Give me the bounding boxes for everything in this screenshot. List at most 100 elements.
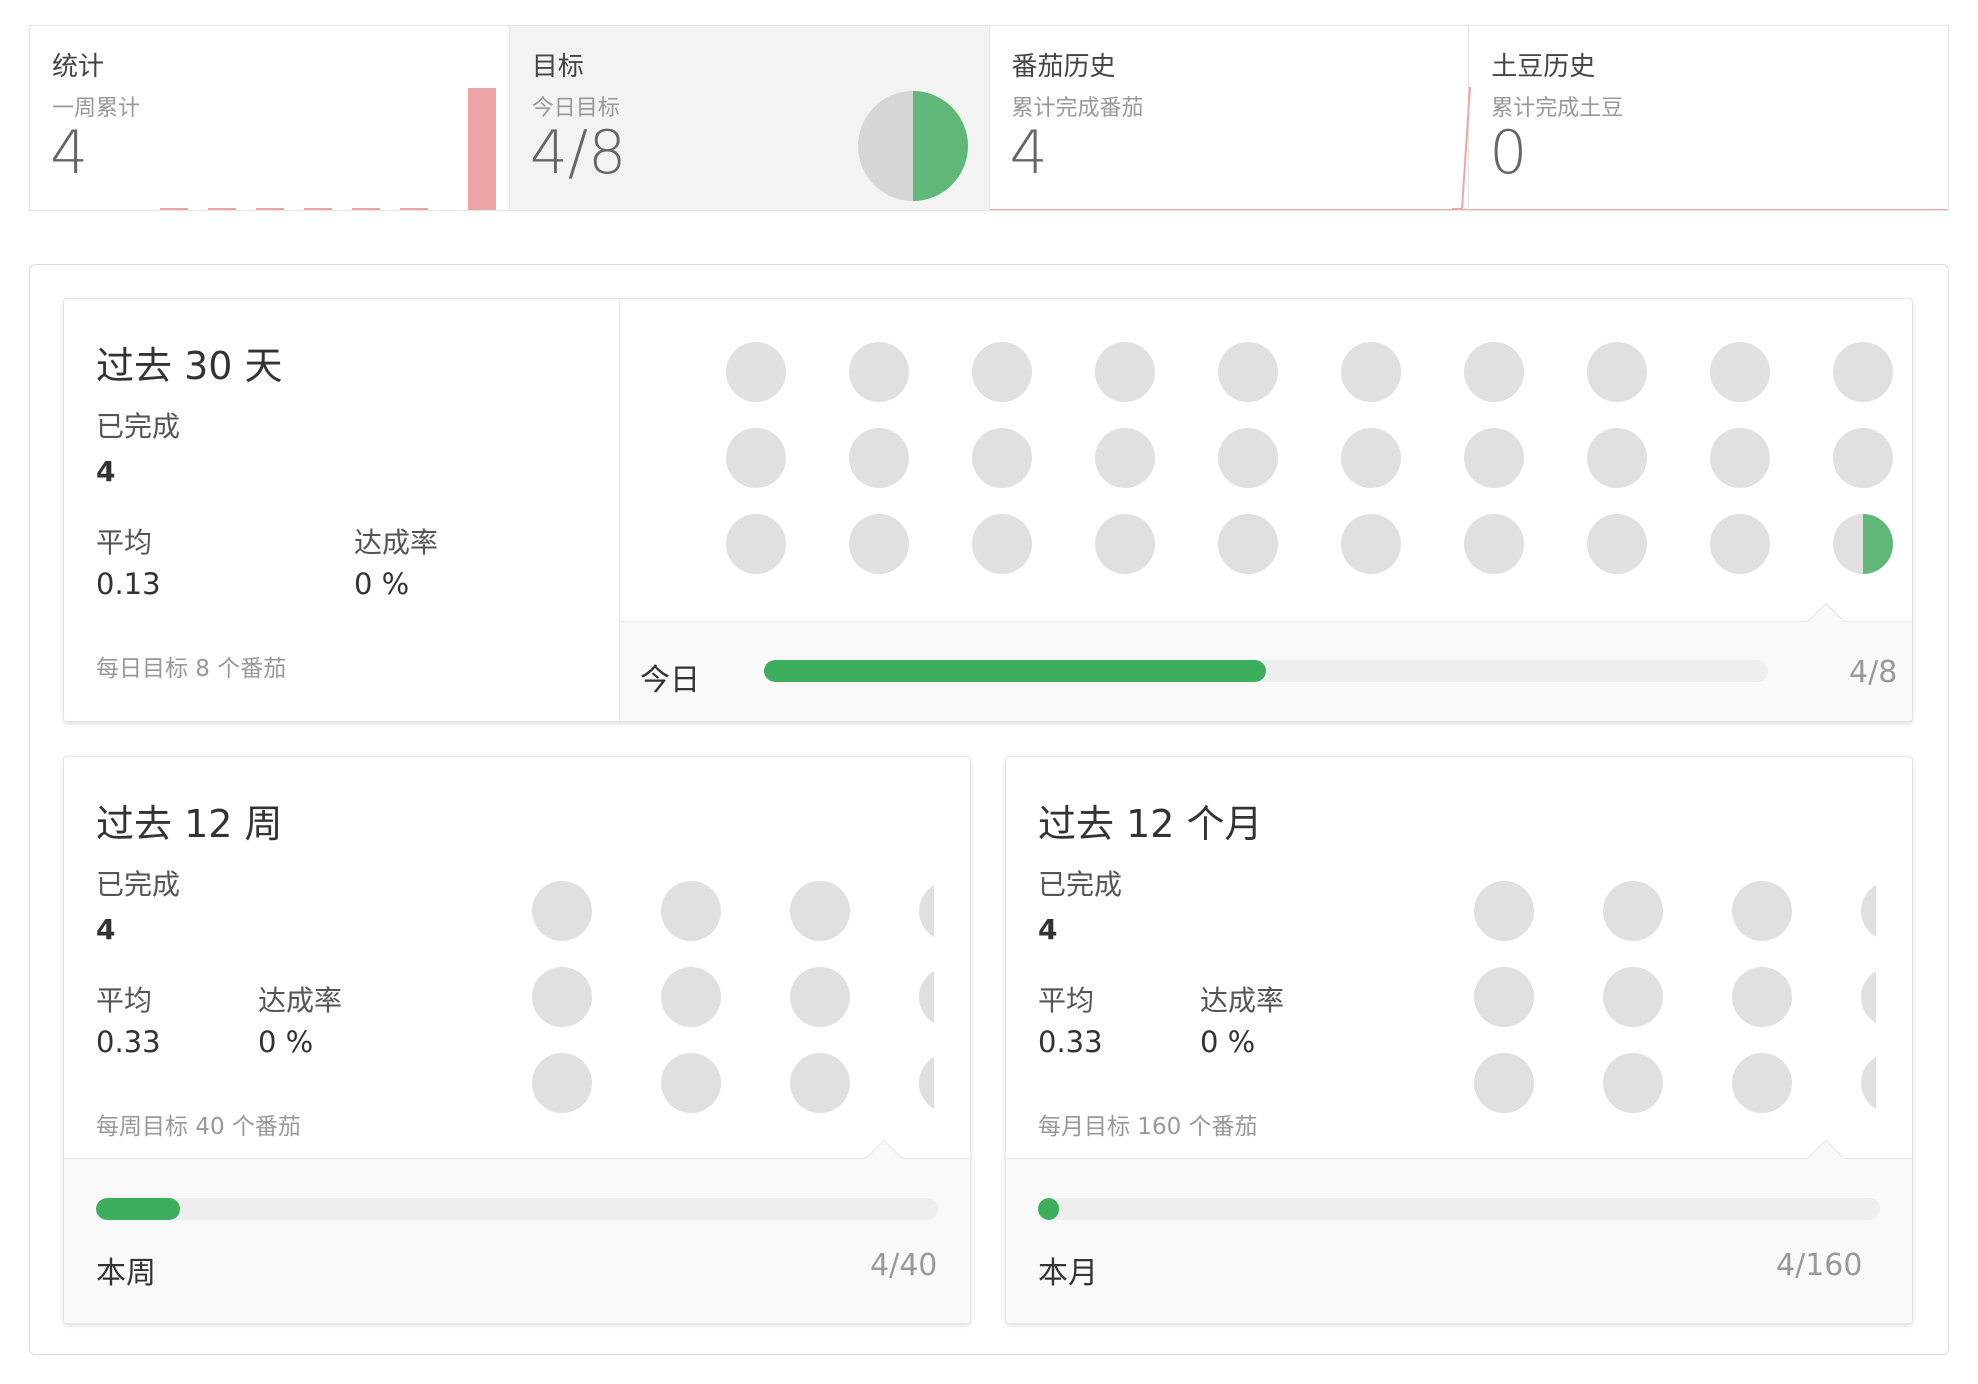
average-value: 0.13 bbox=[96, 567, 161, 601]
stats-detail-card: 过去 30 天 已完成 4 平均 0.13 达成率 0 % 每日目标 8 个番茄… bbox=[29, 264, 1949, 1355]
progress-dot bbox=[1474, 967, 1534, 1027]
progress-dot bbox=[1732, 967, 1792, 1027]
history-spike-sparkline bbox=[1452, 86, 1471, 210]
progress-dot bbox=[661, 1053, 721, 1113]
progress-dot bbox=[1464, 514, 1524, 574]
progress-dot bbox=[661, 881, 721, 941]
progress-dot bbox=[1603, 967, 1663, 1027]
progress-dot bbox=[1861, 885, 1876, 937]
panel-title: 过去 30 天 bbox=[96, 344, 283, 388]
progress-dot bbox=[972, 342, 1032, 402]
progress-dot bbox=[1341, 342, 1401, 402]
progress-dot bbox=[661, 967, 721, 1027]
rate-label: 达成率 bbox=[354, 526, 439, 559]
progress-dot bbox=[1861, 1057, 1876, 1109]
progress-dot bbox=[1464, 428, 1524, 488]
today-count: 4/8 bbox=[1849, 655, 1898, 690]
progress-dot bbox=[1833, 428, 1893, 488]
progress-dot bbox=[726, 342, 786, 402]
average-label: 平均 bbox=[96, 526, 153, 559]
completed-label: 已完成 bbox=[1038, 868, 1123, 901]
stat-card-tomato-history[interactable]: 番茄历史 累计完成番茄 4 bbox=[989, 26, 1470, 210]
progress-dot bbox=[1861, 971, 1876, 1023]
progress-dot bbox=[972, 428, 1032, 488]
progress-dot bbox=[1587, 342, 1647, 402]
progress-dot bbox=[1710, 428, 1770, 488]
weekly-goal-note: 每周目标 40 个番茄 bbox=[96, 1114, 301, 1140]
progress-dot bbox=[919, 971, 934, 1023]
progress-dot bbox=[1603, 1053, 1663, 1113]
stat-value: 4/8 bbox=[529, 118, 627, 188]
this-week-count: 4/40 bbox=[870, 1248, 938, 1283]
progress-dot bbox=[849, 514, 909, 574]
progress-dot bbox=[790, 881, 850, 941]
progress-dot bbox=[1474, 881, 1534, 941]
progress-dot bbox=[1603, 881, 1663, 941]
rate-label: 达成率 bbox=[1200, 984, 1285, 1017]
weekly-bar bbox=[256, 208, 284, 210]
stat-value: 4 bbox=[50, 118, 89, 188]
progress-dot bbox=[1732, 1053, 1792, 1113]
rate-value: 0 % bbox=[354, 567, 410, 601]
panel-past-30-days: 过去 30 天 已完成 4 平均 0.13 达成率 0 % 每日目标 8 个番茄… bbox=[63, 298, 1913, 722]
weekly-bar bbox=[352, 208, 380, 210]
completed-label: 已完成 bbox=[96, 410, 181, 443]
progress-dot bbox=[1587, 514, 1647, 574]
progress-dot bbox=[1474, 1053, 1534, 1113]
monthly-goal-note: 每月目标 160 个番茄 bbox=[1038, 1114, 1258, 1140]
rate-value: 0 % bbox=[1200, 1025, 1256, 1059]
panel-past-12-weeks: 过去 12 周 已完成 4 平均 0.33 达成率 0 % 每周目标 40 个番… bbox=[63, 756, 971, 1324]
weekly-bar bbox=[160, 208, 188, 210]
today-progress-bar bbox=[764, 660, 1768, 682]
progress-dot bbox=[1464, 342, 1524, 402]
stat-title: 统计 bbox=[52, 52, 105, 82]
progress-dot bbox=[1341, 514, 1401, 574]
progress-dot bbox=[532, 967, 592, 1027]
daily-goal-note: 每日目标 8 个番茄 bbox=[96, 656, 287, 682]
completed-count: 4 bbox=[1038, 913, 1058, 946]
weekly-dots-grid bbox=[532, 881, 934, 1113]
progress-dot-progress bbox=[1863, 514, 1893, 574]
panel-past-12-months: 过去 12 个月 已完成 4 平均 0.33 达成率 0 % 每月目标 160 … bbox=[1005, 756, 1913, 1324]
stat-value: 0 bbox=[1489, 118, 1528, 188]
average-value: 0.33 bbox=[1038, 1025, 1103, 1059]
completed-count: 4 bbox=[96, 913, 116, 946]
weekly-bar bbox=[304, 208, 332, 210]
average-value: 0.33 bbox=[96, 1025, 161, 1059]
weekly-bar bbox=[468, 88, 496, 210]
progress-dot bbox=[1732, 881, 1792, 941]
stat-title: 土豆历史 bbox=[1491, 52, 1596, 82]
progress-dot bbox=[532, 1053, 592, 1113]
progress-dot bbox=[1710, 342, 1770, 402]
progress-dot bbox=[790, 967, 850, 1027]
progress-dot bbox=[1095, 428, 1155, 488]
stat-card-goal[interactable]: 目标 今日目标 4/8 bbox=[509, 26, 990, 210]
stat-card-potato-history[interactable]: 土豆历史 累计完成土豆 0 bbox=[1469, 26, 1948, 210]
progress-dot bbox=[849, 342, 909, 402]
goal-pie-progress bbox=[912, 91, 968, 201]
stat-card-weekly[interactable]: 统计 一周累计 4 bbox=[30, 26, 510, 210]
stat-value: 4 bbox=[1009, 118, 1048, 188]
week-progress-bar bbox=[96, 1198, 938, 1220]
progress-dot bbox=[1833, 342, 1893, 402]
progress-dot bbox=[1218, 342, 1278, 402]
daily-dots-grid bbox=[726, 342, 1893, 574]
stats-strip: 统计 一周累计 4 目标 今日目标 4/8 番茄历史 累计完成番茄 4 土豆历史… bbox=[29, 25, 1949, 211]
progress-dot bbox=[1587, 428, 1647, 488]
progress-dot bbox=[726, 428, 786, 488]
average-label: 平均 bbox=[1038, 984, 1095, 1017]
rate-value: 0 % bbox=[258, 1025, 314, 1059]
progress-dot bbox=[1341, 428, 1401, 488]
panel-title: 过去 12 周 bbox=[96, 802, 283, 846]
progress-dot bbox=[790, 1053, 850, 1113]
stat-title: 目标 bbox=[531, 52, 584, 82]
progress-dot bbox=[1218, 428, 1278, 488]
this-month-label: 本月 bbox=[1038, 1256, 1098, 1291]
today-label: 今日 bbox=[640, 663, 700, 698]
weekly-bar bbox=[208, 208, 236, 210]
progress-dot bbox=[726, 514, 786, 574]
completed-count: 4 bbox=[96, 455, 116, 488]
this-week-label: 本周 bbox=[96, 1256, 156, 1291]
panel-title: 过去 12 个月 bbox=[1038, 802, 1263, 846]
completed-label: 已完成 bbox=[96, 868, 181, 901]
